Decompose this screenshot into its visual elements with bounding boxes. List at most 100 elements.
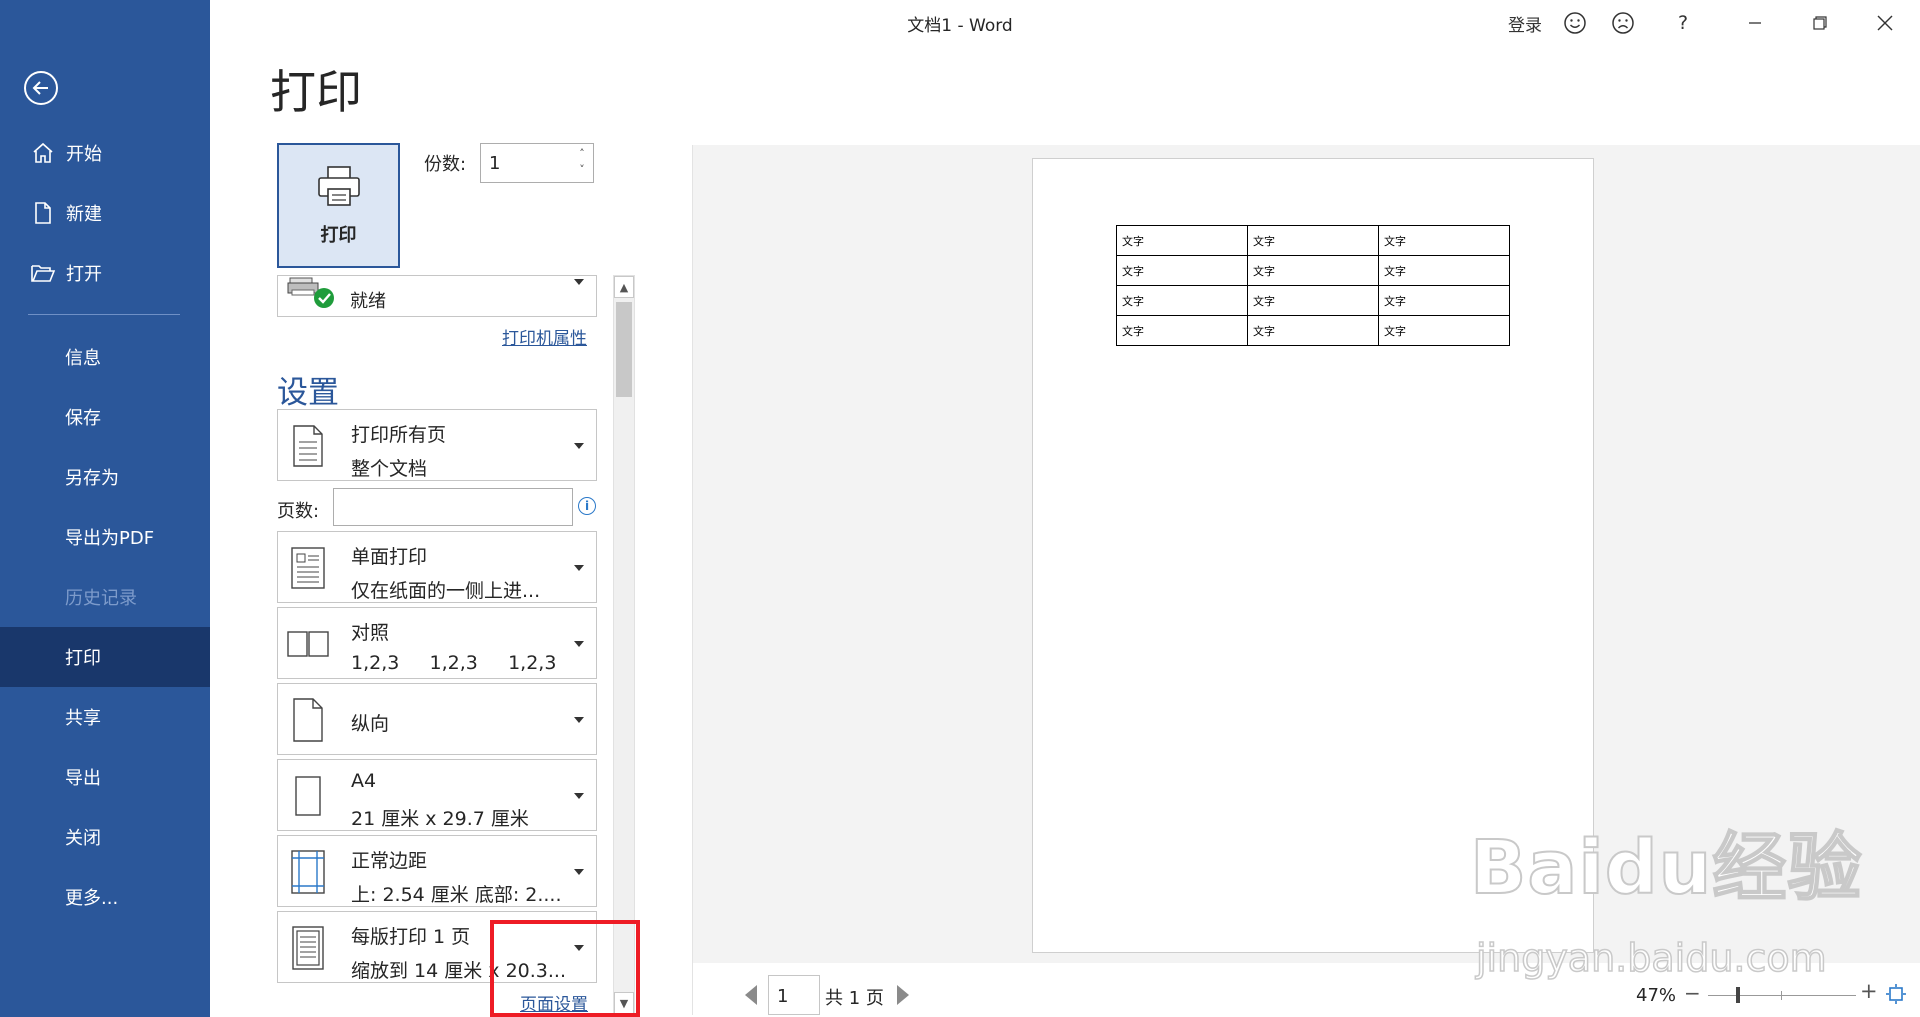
pages-input[interactable]: [333, 488, 573, 526]
orientation-dropdown[interactable]: 纵向: [277, 683, 597, 755]
nav-item-label: 打开: [66, 264, 102, 285]
restore-icon[interactable]: [1795, 9, 1845, 37]
scroll-up-icon[interactable]: ▲: [614, 276, 634, 298]
minimize-icon[interactable]: [1730, 9, 1780, 37]
nav-item-label: 导出为PDF: [65, 528, 155, 549]
table-cell: 文字: [1378, 315, 1510, 346]
nav-item-label: 信息: [65, 348, 101, 369]
zoom-slider-thumb[interactable]: [1736, 987, 1740, 1003]
next-page-icon[interactable]: [897, 985, 909, 1005]
print-button-label: 打印: [320, 224, 357, 246]
option-secondary-text: 仅在纸面的一侧上进...: [351, 580, 541, 602]
window-title: 文档1 - Word: [907, 16, 1013, 36]
scroll-down-icon[interactable]: ▼: [614, 992, 634, 1014]
print-button[interactable]: 打印: [277, 143, 400, 268]
close-icon[interactable]: [1860, 9, 1910, 37]
table-cell: 文字: [1247, 285, 1379, 316]
nav-divider: [28, 314, 180, 315]
print-range-dropdown[interactable]: 打印所有页 整个文档: [277, 409, 597, 481]
info-icon[interactable]: i: [578, 497, 596, 515]
nav-item-print[interactable]: 打印: [0, 627, 210, 687]
zoom-slider-midpoint: [1781, 991, 1782, 1000]
nav-item-save-as[interactable]: 另存为: [0, 447, 210, 507]
title-bar: 文档1 - Word 登录 ?: [210, 0, 1920, 46]
paper-size-dropdown[interactable]: A4 21 厘米 x 29.7 厘米: [277, 759, 597, 831]
pages-label: 页数:: [277, 501, 320, 522]
printer-ready-icon: [286, 276, 334, 314]
chevron-down-icon: [574, 945, 584, 951]
table-cell: 文字: [1378, 255, 1510, 286]
chevron-down-icon: [574, 279, 584, 285]
help-button[interactable]: ?: [1665, 9, 1701, 37]
nav-item-info[interactable]: 信息: [0, 327, 210, 387]
new-document-icon: [28, 201, 58, 225]
nav-item-home[interactable]: 开始: [0, 123, 210, 183]
nav-item-more[interactable]: 更多...: [0, 867, 210, 927]
nav-item-export[interactable]: 导出: [0, 747, 210, 807]
chevron-down-icon: [574, 641, 584, 647]
nav-item-label: 开始: [66, 144, 102, 165]
printer-properties-link[interactable]: 打印机属性: [502, 324, 587, 349]
smile-icon[interactable]: [1555, 9, 1595, 37]
home-icon: [28, 141, 58, 165]
option-primary-text: 单面打印: [351, 546, 428, 568]
page-total: 共 1 页: [825, 988, 884, 1009]
collation-dropdown[interactable]: 对照 1,2,3 1,2,3 1,2,3: [277, 607, 597, 679]
option-secondary-text: 21 厘米 x 29.7 厘米: [351, 808, 529, 830]
paper-size-icon: [284, 770, 332, 822]
sides-dropdown[interactable]: 单面打印 仅在纸面的一侧上进...: [277, 531, 597, 603]
nav-item-new[interactable]: 新建: [0, 183, 210, 243]
option-primary-text: A4: [351, 770, 377, 792]
page-title: 打印: [270, 65, 362, 119]
nav-item-save[interactable]: 保存: [0, 387, 210, 447]
table-cell: 文字: [1116, 225, 1248, 256]
option-secondary-text: 上: 2.54 厘米 底部: 2....: [351, 884, 562, 906]
back-arrow-icon[interactable]: [24, 71, 58, 105]
settings-scrollbar[interactable]: ▲ ▼: [613, 275, 635, 1015]
table-row: 文字 文字 文字: [1116, 315, 1510, 346]
one-sided-icon: [284, 542, 332, 594]
copies-label: 份数:: [424, 154, 467, 175]
printer-dropdown[interactable]: 就绪: [277, 275, 597, 317]
chevron-down-icon: [574, 443, 584, 449]
nav-item-label: 另存为: [65, 468, 119, 489]
copies-value: 1: [489, 153, 501, 174]
zoom-slider[interactable]: [1708, 995, 1856, 996]
preview-table: 文字 文字 文字 文字 文字 文字 文字 文字 文字 文字 文字 文字: [1116, 225, 1510, 346]
sign-in-button[interactable]: 登录: [1495, 9, 1555, 37]
option-primary-text: 纵向: [351, 713, 390, 735]
table-row: 文字 文字 文字: [1116, 255, 1510, 286]
table-cell: 文字: [1116, 285, 1248, 316]
nav-item-close[interactable]: 关闭: [0, 807, 210, 867]
option-secondary-text: 1,2,3 1,2,3 1,2,3: [351, 652, 557, 674]
scrollbar-thumb[interactable]: [616, 302, 632, 397]
copies-stepper[interactable]: 1 ˄ ˅: [480, 143, 594, 183]
zoom-in-button[interactable]: +: [1860, 979, 1878, 1003]
nav-item-export-pdf[interactable]: 导出为PDF: [0, 507, 210, 567]
nav-item-label: 导出: [65, 768, 101, 789]
margins-dropdown[interactable]: 正常边距 上: 2.54 厘米 底部: 2....: [277, 835, 597, 907]
nav-item-share[interactable]: 共享: [0, 687, 210, 747]
nav-item-open[interactable]: 打开: [0, 243, 210, 303]
table-cell: 文字: [1116, 255, 1248, 286]
option-secondary-text: 缩放到 14 厘米 x 20.3...: [351, 960, 567, 982]
table-cell: 文字: [1247, 255, 1379, 286]
spinner-arrows-icon[interactable]: ˄ ˅: [575, 146, 589, 178]
nav-item-label: 更多...: [65, 888, 119, 909]
frown-icon[interactable]: [1603, 9, 1643, 37]
margins-icon: [284, 846, 332, 898]
zoom-out-button[interactable]: −: [1684, 981, 1701, 1005]
nav-item-label: 保存: [65, 408, 101, 429]
document-pages-icon: [284, 420, 332, 472]
page-setup-link[interactable]: 页面设置: [520, 990, 588, 1015]
previous-page-icon[interactable]: [745, 985, 757, 1005]
pages-per-sheet-dropdown[interactable]: 每版打印 1 页 缩放到 14 厘米 x 20.3...: [277, 911, 597, 983]
folder-open-icon: [28, 262, 58, 284]
chevron-down-icon: [574, 869, 584, 875]
option-primary-text: 每版打印 1 页: [351, 926, 471, 948]
zoom-level[interactable]: 47%: [1636, 985, 1676, 1006]
zoom-to-page-icon[interactable]: [1885, 983, 1907, 1009]
table-row: 文字 文字 文字: [1116, 225, 1510, 256]
option-primary-text: 打印所有页: [351, 424, 447, 446]
page-number-input[interactable]: 1: [768, 975, 820, 1015]
